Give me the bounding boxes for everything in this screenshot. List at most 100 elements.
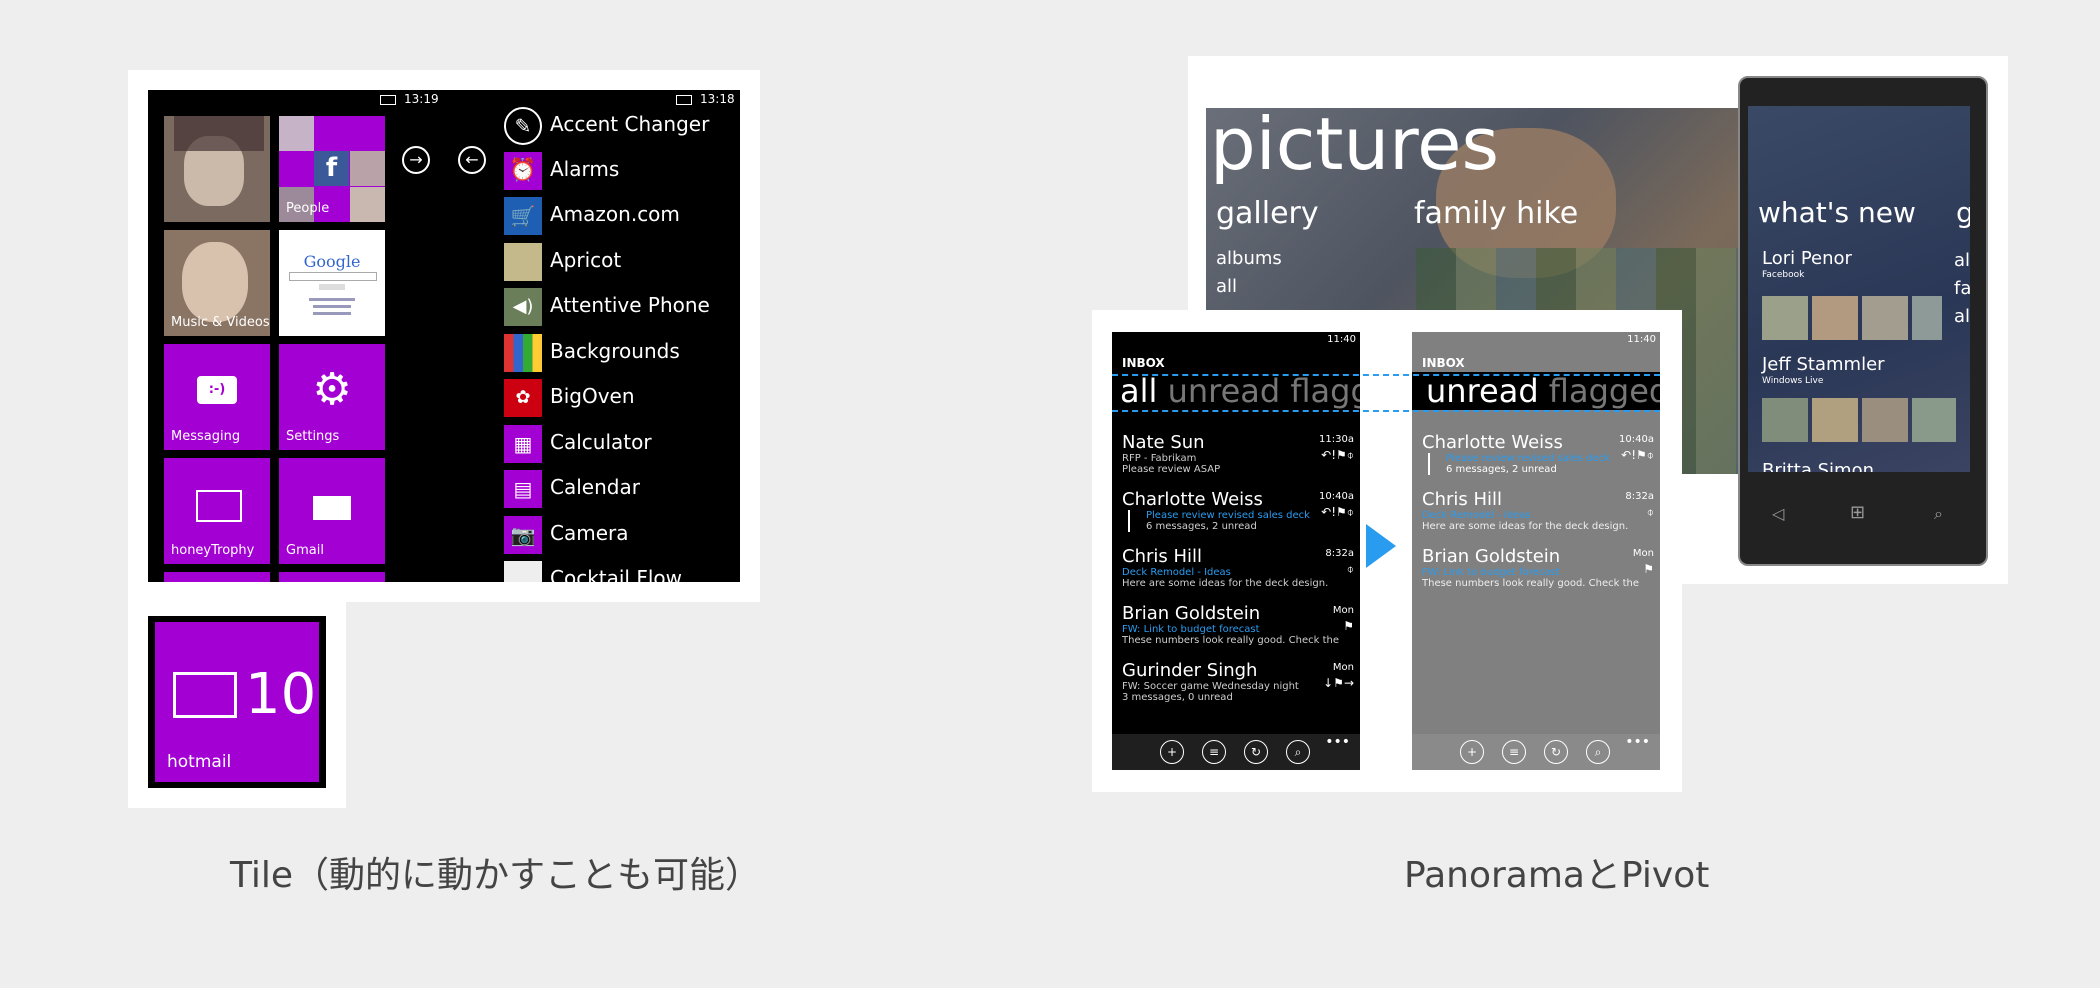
status-time: 11:40 (1627, 334, 1656, 345)
list-item[interactable]: Brian Goldstein FW: Link to budget forec… (1422, 546, 1654, 589)
mail-flags-icon: ⌽ (1646, 505, 1654, 519)
select-icon[interactable]: ≡ (1502, 740, 1526, 764)
list-item[interactable]: Chris Hill Deck Remodel - Ideas Here are… (1422, 489, 1654, 532)
mail-flags-icon: ↶!⚑⌽ (1321, 448, 1354, 462)
windows-icon[interactable]: ⊞ (1850, 502, 1865, 523)
gmail-tile[interactable]: Gmail (279, 458, 385, 564)
hotmail-tile[interactable]: 10 hotmail (155, 622, 319, 782)
select-icon[interactable]: ≡ (1202, 740, 1226, 764)
list-item[interactable]: Brian Goldstein FW: Link to budget forec… (1122, 603, 1354, 646)
mail-preview: 6 messages, 2 unread (1128, 521, 1354, 532)
app-bar: + ≡ ↻ ⌕ ••• (1412, 734, 1660, 770)
list-item[interactable]: Gurinder Singh FW: Soccer game Wednesday… (1122, 660, 1354, 703)
feed-person-source: Facebook (1762, 270, 1805, 280)
app-list-item[interactable]: Apricot (504, 240, 740, 281)
list-item[interactable]: Charlotte Weiss Please review revised sa… (1122, 489, 1354, 532)
feed-person-name[interactable]: Britta Simon (1762, 460, 1874, 472)
calculator-icon: ▦ (504, 425, 542, 463)
search-icon[interactable]: ⌕ (1586, 740, 1610, 764)
mail-sender: Gurinder Singh (1122, 660, 1258, 681)
app-list-item[interactable]: ⏰ Alarms (504, 149, 740, 190)
inbox-label: INBOX (1422, 356, 1465, 370)
app-label: Camera (550, 521, 629, 545)
hotmail-label: hotmail (167, 752, 232, 772)
list-item[interactable]: Nate Sun RFP - Fabrikam Please review AS… (1122, 432, 1354, 475)
app-label: Calendar (550, 475, 640, 499)
mail-subject: Please review revised sales deck (1128, 510, 1354, 521)
app-label: BigOven (550, 384, 635, 408)
search-icon[interactable]: ⌕ (1934, 504, 1943, 524)
pivot-tab-active[interactable]: all (1120, 372, 1157, 410)
honeytrophy-tile[interactable]: honeyTrophy (164, 458, 270, 564)
search-icon[interactable]: ⌕ (1286, 740, 1310, 764)
add-icon[interactable]: + (1160, 740, 1184, 764)
pivot-guide-line (1112, 374, 1660, 376)
sync-icon[interactable]: ↻ (1244, 740, 1268, 764)
transition-arrow-icon (1366, 524, 1396, 568)
music-videos-tile[interactable]: Music & Videos (164, 230, 270, 336)
mail-preview: These numbers look really good. Check th… (1122, 635, 1340, 646)
pivot-tab-active[interactable]: unread (1426, 372, 1539, 410)
facebook-icon: f (314, 151, 349, 186)
mail-sender: Brian Goldstein (1122, 603, 1261, 624)
arrow-right-icon[interactable]: → (402, 146, 430, 174)
arrow-left-icon[interactable]: ← (458, 146, 486, 174)
next-section-peek[interactable]: g (1956, 196, 1970, 229)
app-label: Cocktail Flow (550, 566, 683, 582)
settings-tile[interactable]: ⚙ Settings (279, 344, 385, 450)
partial-tile[interactable] (279, 572, 385, 582)
app-list-item[interactable]: 🛒 Amazon.com (504, 194, 740, 235)
messaging-tile[interactable]: :-) Messaging (164, 344, 270, 450)
mail-subject: Deck Remodel - Ideas (1422, 510, 1531, 521)
mail-subject: FW: Link to budget forecast (1422, 567, 1560, 578)
panorama-section[interactable]: gallery (1216, 196, 1319, 231)
list-item[interactable]: Chris Hill Deck Remodel - Ideas Here are… (1122, 546, 1354, 589)
status-time: 13:19 (404, 92, 439, 106)
list-item[interactable]: Charlotte Weiss Please review revised sa… (1422, 432, 1654, 475)
battery-icon (676, 94, 692, 105)
pivot-tab-inactive[interactable]: flagged (1549, 372, 1660, 410)
status-time: 11:40 (1327, 334, 1356, 345)
google-tile[interactable]: Google (279, 230, 385, 336)
gear-icon: ⚙ (312, 364, 352, 415)
panorama-pivot-caption: PanoramaとPivot (1404, 855, 1710, 896)
pivot-tab-inactive[interactable]: unread flagg (1168, 372, 1360, 410)
app-list-item[interactable]: ▤ Calendar (504, 467, 740, 508)
app-label: Accent Changer (550, 112, 710, 136)
sync-icon[interactable]: ↻ (1544, 740, 1568, 764)
back-icon[interactable]: ◁ (1772, 504, 1784, 523)
panorama-section[interactable]: family hike (1414, 196, 1578, 231)
mail-screen-unread: 11:40 INBOX unread flagged Charlotte Wei… (1412, 332, 1660, 770)
mail-preview: Here are some ideas for the deck design. (1422, 521, 1629, 532)
app-list-item[interactable]: Backgrounds (504, 331, 740, 372)
people-tile[interactable]: f People (279, 116, 385, 222)
mail-screen-all: 11:40 INBOX all unread flagg Nate Sun RF… (1112, 332, 1360, 770)
app-list-item[interactable]: Cocktail Flow (504, 558, 740, 582)
whats-new-header[interactable]: what's new (1758, 196, 1916, 229)
feed-person-name[interactable]: Jeff Stammler (1762, 354, 1885, 375)
app-list-item[interactable]: ▦ Calculator (504, 422, 740, 463)
app-label: Attentive Phone (550, 293, 710, 317)
pivot-guide-line (1112, 410, 1660, 412)
phone-nav-bar: ◁ ⊞ ⌕ (1748, 496, 1970, 536)
more-icon[interactable]: ••• (1325, 734, 1350, 750)
app-list-item[interactable]: 📷 Camera (504, 513, 740, 554)
app-label: Alarms (550, 157, 620, 181)
backgrounds-icon (504, 334, 542, 372)
gallery-item[interactable]: all (1216, 276, 1237, 297)
feed-person-name[interactable]: Lori Penor (1762, 248, 1852, 269)
app-list-item[interactable]: ✎ Accent Changer (504, 104, 740, 145)
mail-sender: Brian Goldstein (1422, 546, 1561, 567)
mail-preview: 6 messages, 2 unread (1428, 464, 1654, 475)
tiles-caption: Tile（動的に動かすことも可能） (230, 855, 762, 896)
mail-time: 8:32a (1625, 491, 1654, 502)
partial-tile[interactable] (164, 572, 270, 582)
photo-tile[interactable] (164, 116, 270, 222)
app-list-item[interactable]: ✿ BigOven (504, 376, 740, 417)
app-list-item[interactable]: ◀) Attentive Phone (504, 285, 740, 326)
gallery-item[interactable]: albums (1216, 248, 1282, 269)
cart-icon: 🛒 (504, 197, 542, 235)
add-icon[interactable]: + (1460, 740, 1484, 764)
more-icon[interactable]: ••• (1625, 734, 1650, 750)
apricot-icon (504, 243, 542, 281)
